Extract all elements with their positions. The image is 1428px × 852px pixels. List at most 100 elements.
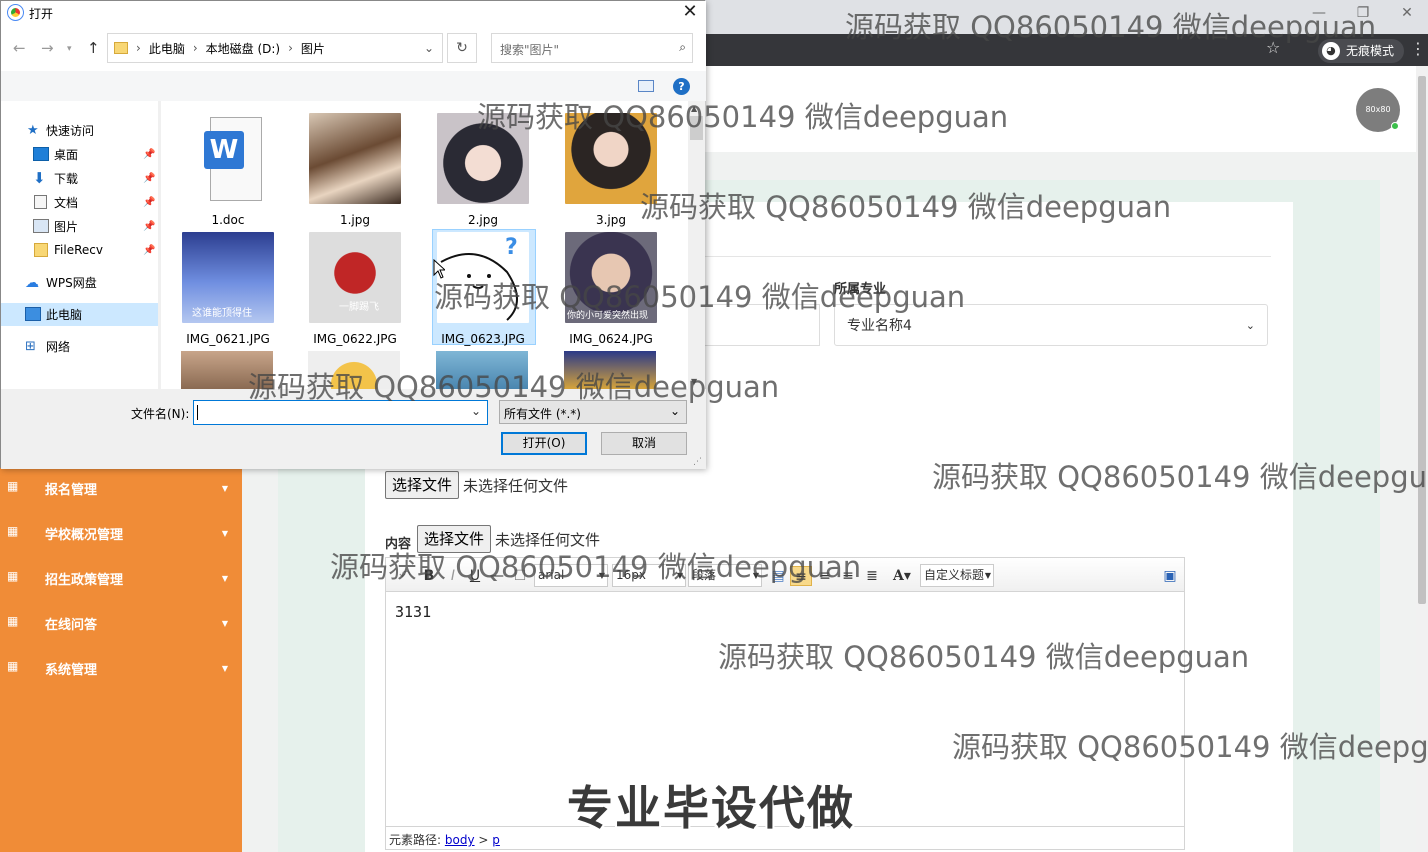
- chevron-down-icon[interactable]: ⌄: [471, 404, 481, 418]
- recent-dropdown-icon[interactable]: ▾: [67, 44, 72, 54]
- underline-icon[interactable]: U: [466, 566, 484, 586]
- scroll-down-icon[interactable]: ▼: [691, 377, 697, 386]
- bookmark-star-icon[interactable]: ☆: [1266, 38, 1280, 57]
- breadcrumb-pictures[interactable]: 图片: [301, 40, 325, 57]
- chevron-down-icon[interactable]: ⌄: [424, 41, 434, 55]
- back-arrow-icon[interactable]: ←: [13, 39, 26, 57]
- pin-icon[interactable]: 📌: [143, 221, 155, 232]
- address-bar[interactable]: › 此电脑 › 本地磁盘 (D:) › 图片 ⌄: [107, 33, 443, 63]
- file-item-1-jpg[interactable]: 1.jpg: [291, 113, 401, 231]
- photo-thumbnail[interactable]: [308, 351, 400, 389]
- file-item-3-jpg[interactable]: 3.jpg: [547, 113, 657, 231]
- sidebar-item-school-overview[interactable]: ▦ 学校概况管理 ▼: [0, 511, 242, 556]
- sidebar-item-label: 系统管理: [45, 663, 98, 678]
- undo-icon[interactable]: ↶: [396, 566, 414, 586]
- align-center-icon[interactable]: ≡: [816, 566, 834, 586]
- search-input[interactable]: 搜索"图片" ⌕: [491, 33, 693, 63]
- scroll-up-icon[interactable]: ▲: [691, 104, 697, 113]
- filetype-value: 所有文件 (*.*): [504, 407, 581, 421]
- paragraph-select[interactable]: 段落 ▼: [688, 564, 762, 587]
- pin-icon[interactable]: 📌: [143, 197, 155, 208]
- nav-this-pc[interactable]: 此电脑: [1, 302, 158, 326]
- resize-grip-icon[interactable]: ⋰: [693, 457, 702, 467]
- pin-icon[interactable]: 📌: [143, 173, 155, 184]
- help-icon[interactable]: ?: [673, 78, 690, 95]
- file-pane-scrollbar-thumb[interactable]: [690, 116, 703, 140]
- file-name: IMG_0621.JPG: [186, 332, 270, 346]
- word-doc-icon: W: [182, 113, 274, 204]
- page-scrollbar-thumb[interactable]: [1418, 76, 1426, 604]
- maximize-icon[interactable]: ❐: [1340, 0, 1386, 30]
- forward-arrow-icon[interactable]: →: [41, 39, 54, 57]
- font-color-icon[interactable]: A▾: [890, 566, 914, 586]
- table-icon[interactable]: ▤: [770, 566, 786, 586]
- format-painter-icon[interactable]: ☐: [512, 566, 528, 586]
- sidebar-item-admission-policy[interactable]: ▦ 招生政策管理 ▼: [0, 556, 242, 601]
- sidebar-item-online-qa[interactable]: ▦ 在线问答 ▼: [0, 601, 242, 646]
- font-family-select[interactable]: arial ▼: [534, 564, 608, 587]
- align-left-icon[interactable]: ≡: [790, 566, 812, 586]
- filename-input[interactable]: ⌄: [193, 400, 488, 425]
- close-window-icon[interactable]: ✕: [1384, 0, 1428, 30]
- justify-icon[interactable]: ≣: [863, 566, 881, 586]
- pin-icon[interactable]: 📌: [143, 245, 155, 256]
- open-button[interactable]: 打开(O): [501, 432, 587, 455]
- font-size-select[interactable]: 16px ▼: [612, 564, 686, 587]
- photo-thumbnail: [309, 113, 401, 204]
- nav-desktop[interactable]: 桌面 📌: [1, 142, 158, 166]
- photo-thumbnail[interactable]: [181, 351, 273, 389]
- incognito-badge[interactable]: ◕ 无痕模式: [1317, 39, 1404, 63]
- up-arrow-icon[interactable]: ↑: [87, 39, 100, 57]
- search-icon[interactable]: ⌕: [679, 40, 686, 55]
- nav-network[interactable]: ⊞ 网络: [1, 334, 158, 358]
- text-field[interactable]: [690, 304, 820, 346]
- file-item-2-jpg[interactable]: 2.jpg: [419, 113, 529, 231]
- caret-down-icon: ▼: [752, 571, 759, 580]
- path-body-link[interactable]: body: [445, 833, 475, 847]
- nav-filerecv[interactable]: FileRecv 📌: [1, 238, 158, 262]
- nav-item-label: 桌面: [54, 147, 79, 162]
- close-icon[interactable]: ✕: [677, 1, 703, 25]
- nav-downloads[interactable]: ⬇ 下载 📌: [1, 166, 158, 190]
- sidebar-item-system[interactable]: ▦ 系统管理 ▼: [0, 646, 242, 691]
- major-select[interactable]: 专业名称4 ⌄: [834, 304, 1268, 346]
- file-item-img-0621[interactable]: 这谁能顶得住 IMG_0621.JPG: [164, 232, 274, 350]
- breadcrumb-drive-d[interactable]: 本地磁盘 (D:): [206, 40, 280, 57]
- path-p-link[interactable]: p: [492, 833, 500, 847]
- minimize-icon[interactable]: —: [1296, 0, 1342, 30]
- sidebar-item-registration[interactable]: ▦ 报名管理 ▼: [0, 466, 242, 511]
- file-item-img-0624[interactable]: 你的小可爱突然出现 IMG_0624.JPG: [547, 232, 657, 350]
- nav-item-label: 此电脑: [46, 307, 83, 322]
- bold-icon[interactable]: B: [420, 566, 438, 586]
- breadcrumb-this-pc[interactable]: 此电脑: [149, 40, 185, 57]
- refresh-icon[interactable]: ↻: [447, 33, 477, 63]
- editor-body-text[interactable]: 3131: [395, 603, 431, 621]
- file-item-img-0623[interactable]: ? IMG_0623.JPG: [419, 232, 529, 350]
- nav-pictures[interactable]: 图片 📌: [1, 214, 158, 238]
- nav-quick-access[interactable]: ★ 快速访问: [1, 118, 158, 142]
- path-separator: >: [478, 833, 489, 847]
- browser-menu-icon[interactable]: ⋮: [1410, 39, 1426, 58]
- nav-documents[interactable]: 文档 📌: [1, 190, 158, 214]
- file-pane-scrollbar[interactable]: [688, 101, 705, 389]
- fullscreen-icon[interactable]: ▣: [1162, 566, 1178, 586]
- photo-thumbnail[interactable]: [564, 351, 656, 389]
- cancel-button[interactable]: 取消: [601, 432, 687, 455]
- photo-thumbnail[interactable]: [436, 351, 528, 389]
- content-choose-file-button[interactable]: 选择文件: [417, 525, 492, 553]
- chevron-right-icon: ›: [192, 41, 198, 55]
- choose-file-button[interactable]: 选择文件: [385, 471, 460, 499]
- italic-icon[interactable]: I: [444, 566, 462, 586]
- strikethrough-icon[interactable]: —: [488, 566, 506, 586]
- align-right-icon[interactable]: ≡: [839, 566, 857, 586]
- custom-title-select[interactable]: 自定义标题 ▼: [920, 564, 994, 587]
- paragraph-value: 段落: [692, 568, 717, 582]
- preview-pane-icon[interactable]: [638, 80, 654, 92]
- file-item-img-0622[interactable]: 一脚踢飞 IMG_0622.JPG: [291, 232, 401, 350]
- filetype-select[interactable]: 所有文件 (*.*) ⌄: [499, 400, 687, 424]
- file-item-1-doc[interactable]: W 1.doc: [164, 113, 274, 231]
- star-icon: ★: [27, 123, 39, 138]
- nav-item-label: 图片: [54, 219, 79, 234]
- nav-wps-drive[interactable]: ☁ WPS网盘: [1, 270, 158, 294]
- pin-icon[interactable]: 📌: [143, 149, 155, 160]
